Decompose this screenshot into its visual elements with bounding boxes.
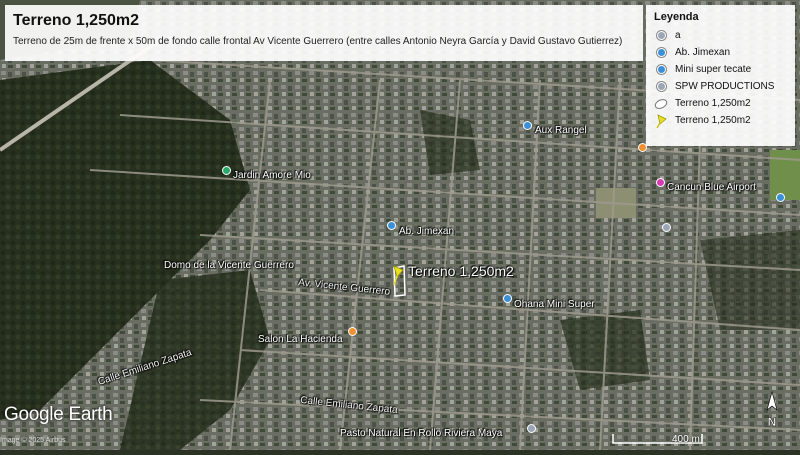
polygon-icon — [654, 98, 668, 110]
legend-item-label: Mini super tecate — [675, 64, 752, 75]
jardin-marker[interactable] — [222, 166, 231, 175]
blue-dot-icon — [654, 64, 668, 76]
placemark-description: Terreno de 25m de frente x 50m de fondo … — [13, 36, 623, 47]
legend-panel: Leyenda a Ab. Jimexan Mini super tecate … — [646, 5, 795, 146]
sports-marker[interactable] — [776, 193, 785, 202]
blue-dot-icon — [654, 47, 668, 59]
scale-label: 400 m — [672, 434, 700, 445]
cancun-blue-label: Cancun Blue Airport — [667, 182, 756, 193]
salon-label: Salon La Hacienda — [258, 334, 343, 345]
legend-item-a[interactable]: a — [654, 27, 787, 44]
imagery-copyright: Image © 2025 Airbus — [0, 437, 66, 444]
ohana-marker[interactable] — [503, 294, 512, 303]
jardin-label: Jardin Amore Mio — [233, 170, 311, 181]
google-earth-logo: Google Earth — [4, 404, 113, 425]
terreno-map-label: Terreno 1,250m2 — [408, 263, 514, 279]
pasto-marker[interactable] — [527, 424, 536, 433]
spw-marker[interactable] — [662, 223, 671, 232]
pasto-label: Pasto Natural En Rollo Riviera Maya — [340, 428, 503, 439]
grey-dot-icon — [654, 30, 668, 42]
legend-title: Leyenda — [654, 11, 699, 23]
ohana-label: Ohana Mini Super — [514, 299, 595, 310]
aux-rangel-label: Aux Rangel — [535, 125, 587, 136]
yellow-pin-icon — [654, 113, 668, 128]
yellow-pin-icon[interactable] — [390, 264, 406, 286]
legend-item-label: Terreno 1,250m2 — [675, 115, 751, 126]
legend-item-label: a — [675, 30, 681, 41]
legend-item-spw-productions[interactable]: SPW PRODUCTIONS — [654, 78, 787, 95]
aux-rangel-marker[interactable] — [523, 121, 532, 130]
cancun-blue-marker[interactable] — [656, 178, 665, 187]
grey-dot-icon — [654, 81, 668, 93]
legend-item-label: Ab. Jimexan — [675, 47, 731, 58]
legend-item-terreno-polygon[interactable]: Terreno 1,250m2 — [654, 95, 787, 112]
compass-label: N — [768, 415, 777, 429]
legend-item-terreno-pin[interactable]: Terreno 1,250m2 — [654, 112, 787, 129]
legend-item-mini-super-tecate[interactable]: Mini super tecate — [654, 61, 787, 78]
placemark-info-panel: Terreno 1,250m2 Terreno de 25m de frente… — [5, 5, 643, 61]
ab-jimexan-marker[interactable] — [387, 221, 396, 230]
legend-item-ab-jimexan[interactable]: Ab. Jimexan — [654, 44, 787, 61]
domo-label: Domo de la Vicente Guerrero — [164, 260, 294, 271]
placemark-title: Terreno 1,250m2 — [13, 12, 139, 29]
legend-item-label: SPW PRODUCTIONS — [675, 81, 775, 92]
legend-item-label: Terreno 1,250m2 — [675, 98, 751, 109]
salon-marker[interactable] — [348, 327, 357, 336]
ab-jimexan-label: Ab. Jimexan — [399, 226, 455, 237]
north-arrow-icon[interactable]: N — [762, 390, 782, 434]
